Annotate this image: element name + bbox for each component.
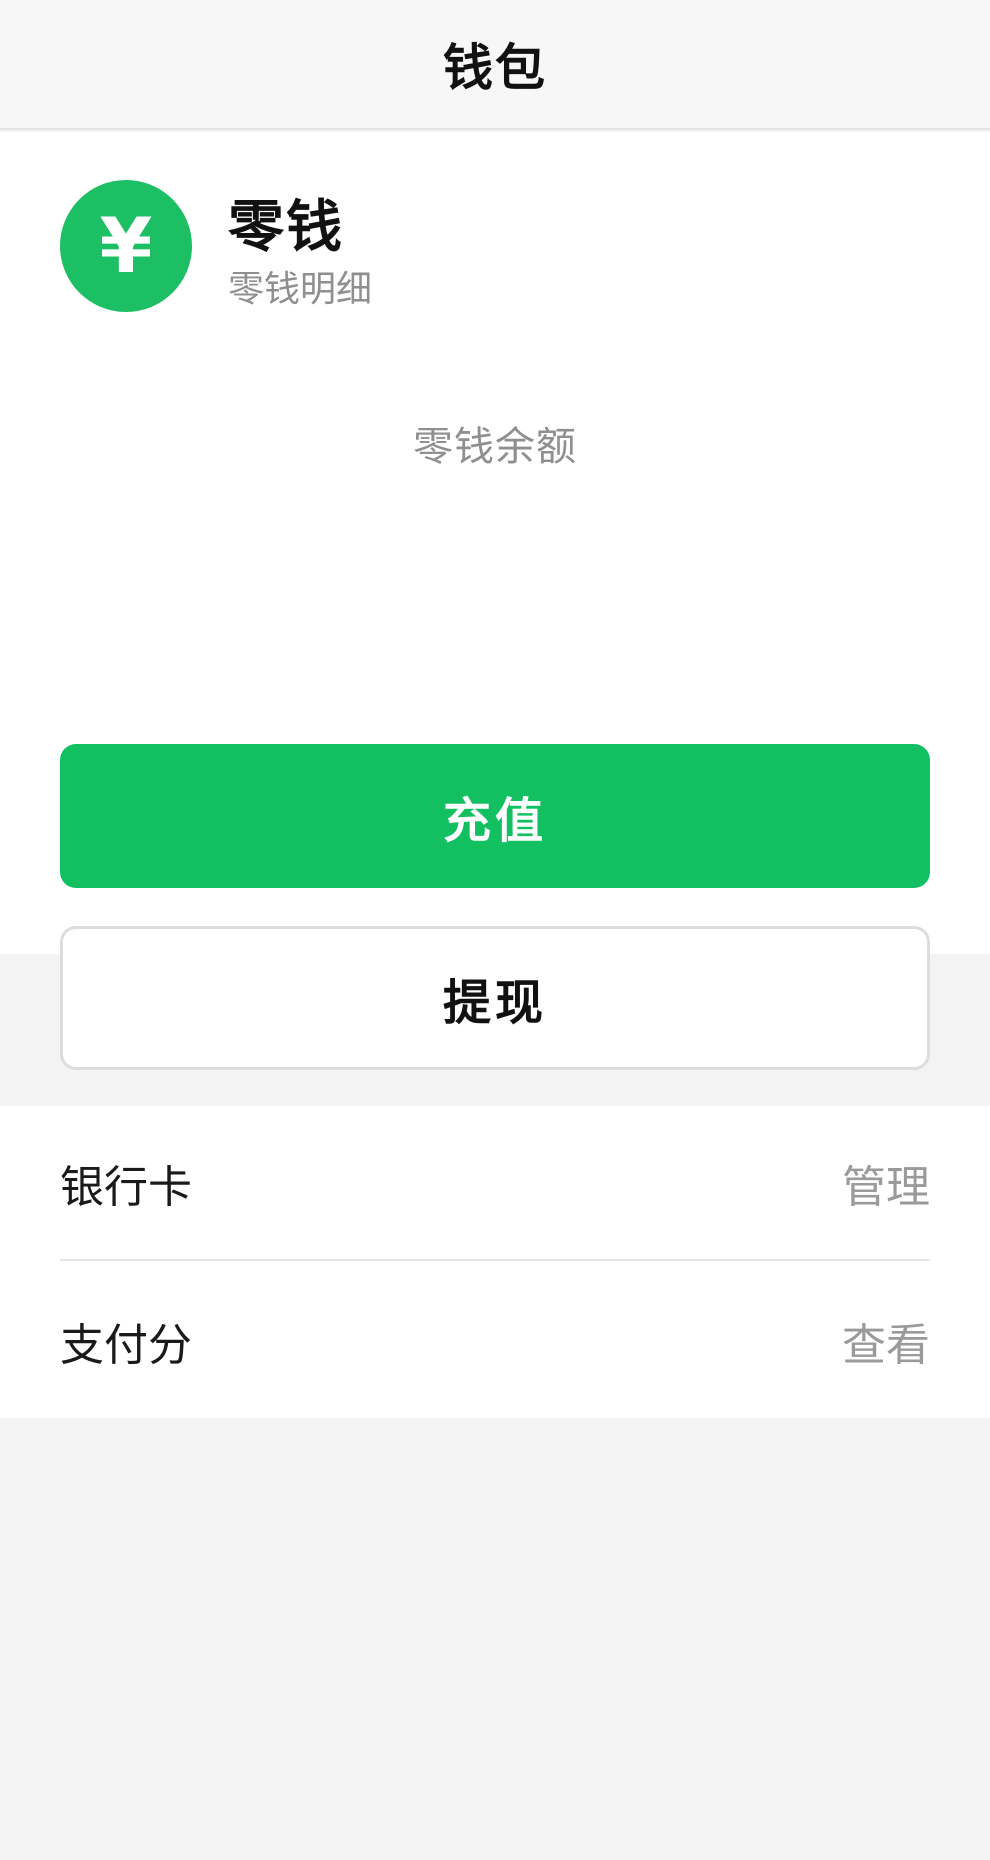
list-item-label: 支付分 — [60, 1319, 192, 1371]
wallet-options-list: 银行卡 管理 支付分 查看 — [0, 1106, 990, 1418]
list-item-bank-card[interactable]: 银行卡 管理 — [60, 1106, 930, 1261]
withdraw-button[interactable]: 提现 — [60, 926, 930, 1070]
manage-link[interactable]: 管理 — [842, 1151, 930, 1215]
change-detail-link[interactable]: 零钱明细 — [228, 260, 372, 312]
yuan-glyph: ¥ — [99, 201, 153, 290]
yuan-coin-icon: ¥ — [60, 180, 192, 312]
navbar: 钱包 — [0, 0, 990, 130]
wallet-name: 零钱 — [228, 195, 344, 260]
wallet-page: 钱包 ¥ 零钱 零钱明细 零钱余额 充值 提现 银行卡 管理 支付分 查看 — [0, 0, 990, 1860]
balance-label: 零钱余额 — [413, 424, 577, 470]
view-link[interactable]: 查看 — [842, 1309, 930, 1373]
page-title: 钱包 — [443, 39, 547, 97]
list-item-pay-score[interactable]: 支付分 查看 — [60, 1263, 930, 1418]
recharge-button[interactable]: 充值 — [60, 744, 930, 888]
list-item-label: 银行卡 — [60, 1161, 192, 1213]
